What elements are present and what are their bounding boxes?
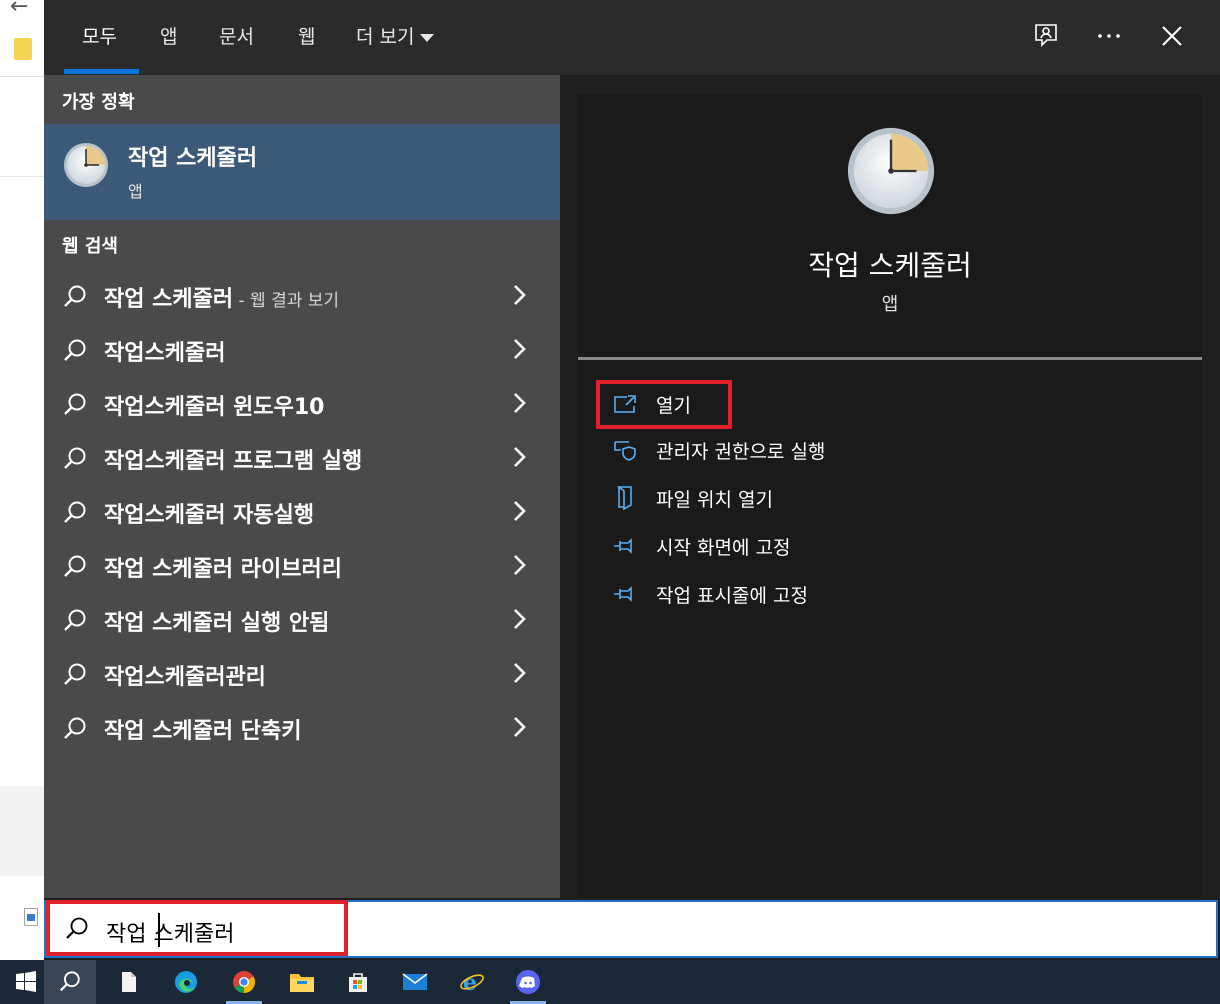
- chrome-icon[interactable]: [218, 960, 270, 1004]
- folder-icon: [14, 38, 32, 60]
- web-search-label: 작업스케줄러: [104, 341, 226, 366]
- tab-web[interactable]: 웹: [298, 22, 315, 49]
- shield-icon: [612, 437, 638, 463]
- active-tab-indicator: [64, 69, 139, 74]
- web-search-heading: 웹 검색: [62, 236, 118, 257]
- highlight-box: [596, 380, 732, 429]
- chevron-right-icon[interactable]: [512, 553, 528, 581]
- divider: [0, 76, 44, 77]
- app-subtitle: 앱: [881, 294, 899, 315]
- run-as-admin-action[interactable]: 관리자 권한으로 실행: [612, 434, 825, 466]
- chevron-right-icon[interactable]: [512, 661, 528, 689]
- chevron-down-icon: [420, 33, 435, 42]
- tab-more[interactable]: 더 보기: [356, 22, 435, 49]
- web-search-item[interactable]: 작업 스케줄러 - 웹 결과 보기: [44, 269, 560, 323]
- search-icon: [62, 446, 88, 476]
- web-search-label: 작업 스케줄러 - 웹 결과 보기: [104, 287, 340, 312]
- feedback-icon[interactable]: [1030, 20, 1062, 52]
- store-icon[interactable]: [332, 960, 384, 1004]
- web-search-item[interactable]: 작업스케줄러 윈도우10: [44, 377, 560, 431]
- back-arrow-icon[interactable]: ←: [10, 0, 28, 19]
- task-scheduler-icon: [844, 124, 938, 222]
- highlight-box: [46, 900, 348, 956]
- taskbar: e: [0, 960, 1220, 1004]
- action-label: 작업 표시줄에 고정: [656, 584, 808, 607]
- close-icon[interactable]: [1156, 20, 1188, 52]
- web-search-item[interactable]: 작업 스케줄러 단축키: [44, 701, 560, 755]
- edge-icon[interactable]: [160, 960, 212, 1004]
- tab-more-label: 더 보기: [356, 26, 415, 48]
- chevron-right-icon[interactable]: [512, 391, 528, 419]
- chevron-right-icon[interactable]: [512, 445, 528, 473]
- search-icon: [62, 554, 88, 584]
- web-search-label: 작업스케줄러관리: [104, 665, 266, 690]
- web-search-item[interactable]: 작업스케줄러 자동실행: [44, 485, 560, 539]
- divider: [578, 357, 1202, 360]
- action-label: 관리자 권한으로 실행: [656, 440, 826, 463]
- pin-icon: [612, 533, 638, 559]
- search-panel: 모두 앱 문서 웹 더 보기 가장 정확 작업 스케줄러 앱 웹 검색 작업 스…: [44, 0, 1220, 898]
- search-icon: [62, 662, 88, 692]
- web-search-item[interactable]: 작업스케줄러 프로그램 실행: [44, 431, 560, 485]
- best-match-item[interactable]: 작업 스케줄러 앱: [44, 124, 560, 220]
- chevron-right-icon[interactable]: [512, 499, 528, 527]
- filter-tab-bar: 모두 앱 문서 웹 더 보기: [44, 0, 1220, 75]
- file-icon[interactable]: [103, 960, 155, 1004]
- web-results-hint: - 웹 결과 보기: [233, 291, 340, 311]
- search-icon: [62, 338, 88, 368]
- pin-icon: [612, 581, 638, 607]
- action-label: 시작 화면에 고정: [656, 536, 791, 559]
- discord-icon[interactable]: [502, 960, 554, 1004]
- file-location-icon: [612, 485, 638, 511]
- pin-to-taskbar-action[interactable]: 작업 표시줄에 고정: [612, 578, 808, 610]
- web-search-label: 작업 스케줄러 라이브러리: [104, 557, 342, 582]
- web-search-label: 작업스케줄러 프로그램 실행: [104, 449, 363, 474]
- divider: [0, 176, 44, 177]
- more-icon[interactable]: [1093, 20, 1125, 52]
- search-icon: [62, 716, 88, 746]
- web-search-label: 작업 스케줄러 단축키: [104, 719, 302, 744]
- web-search-label: 작업스케줄러 자동실행: [104, 503, 315, 528]
- web-search-label: 작업 스케줄러 실행 안됨: [104, 611, 330, 636]
- app-detail-pane: 작업 스케줄러 앱 열기 관리자 권한으로 실행 파일 위치 열기 시작 화면에…: [578, 94, 1202, 898]
- pin-to-start-action[interactable]: 시작 화면에 고정: [612, 530, 790, 562]
- web-search-item[interactable]: 작업스케줄러: [44, 323, 560, 377]
- chevron-right-icon[interactable]: [512, 607, 528, 635]
- chevron-right-icon[interactable]: [512, 715, 528, 743]
- search-icon: [62, 608, 88, 638]
- app-title: 작업 스케줄러: [808, 249, 972, 282]
- mail-icon[interactable]: [389, 960, 441, 1004]
- tab-all[interactable]: 모두: [82, 22, 117, 49]
- best-match-title: 작업 스케줄러: [128, 146, 258, 171]
- web-search-item[interactable]: 작업스케줄러관리: [44, 647, 560, 701]
- best-match-subtitle: 앱: [128, 182, 143, 201]
- web-search-label: 작업스케줄러 윈도우10: [104, 395, 325, 420]
- file-explorer-icon[interactable]: [276, 960, 328, 1004]
- search-bar: 작업 스케줄러: [44, 898, 1220, 960]
- web-search-item[interactable]: 작업 스케줄러 라이브러리: [44, 539, 560, 593]
- search-icon: [62, 284, 88, 314]
- background-panel: [0, 786, 44, 876]
- search-icon: [62, 500, 88, 530]
- results-list: 가장 정확 작업 스케줄러 앱 웹 검색 작업 스케줄러 - 웹 결과 보기 작…: [44, 75, 560, 898]
- action-label: 파일 위치 열기: [656, 488, 773, 511]
- internet-explorer-icon[interactable]: e: [446, 960, 498, 1004]
- search-icon: [62, 392, 88, 422]
- task-scheduler-icon: [62, 141, 110, 193]
- tab-documents[interactable]: 문서: [219, 22, 254, 49]
- chevron-right-icon[interactable]: [512, 337, 528, 365]
- image-file-icon: [24, 908, 38, 926]
- tab-apps[interactable]: 앱: [160, 22, 177, 49]
- search-icon[interactable]: [44, 960, 96, 1004]
- open-file-location-action[interactable]: 파일 위치 열기: [612, 482, 773, 514]
- best-match-heading: 가장 정확: [62, 92, 135, 113]
- web-search-item[interactable]: 작업 스케줄러 실행 안됨: [44, 593, 560, 647]
- chevron-right-icon[interactable]: [512, 283, 528, 311]
- svg-text:e: e: [463, 970, 477, 995]
- background-window: ←: [0, 0, 44, 960]
